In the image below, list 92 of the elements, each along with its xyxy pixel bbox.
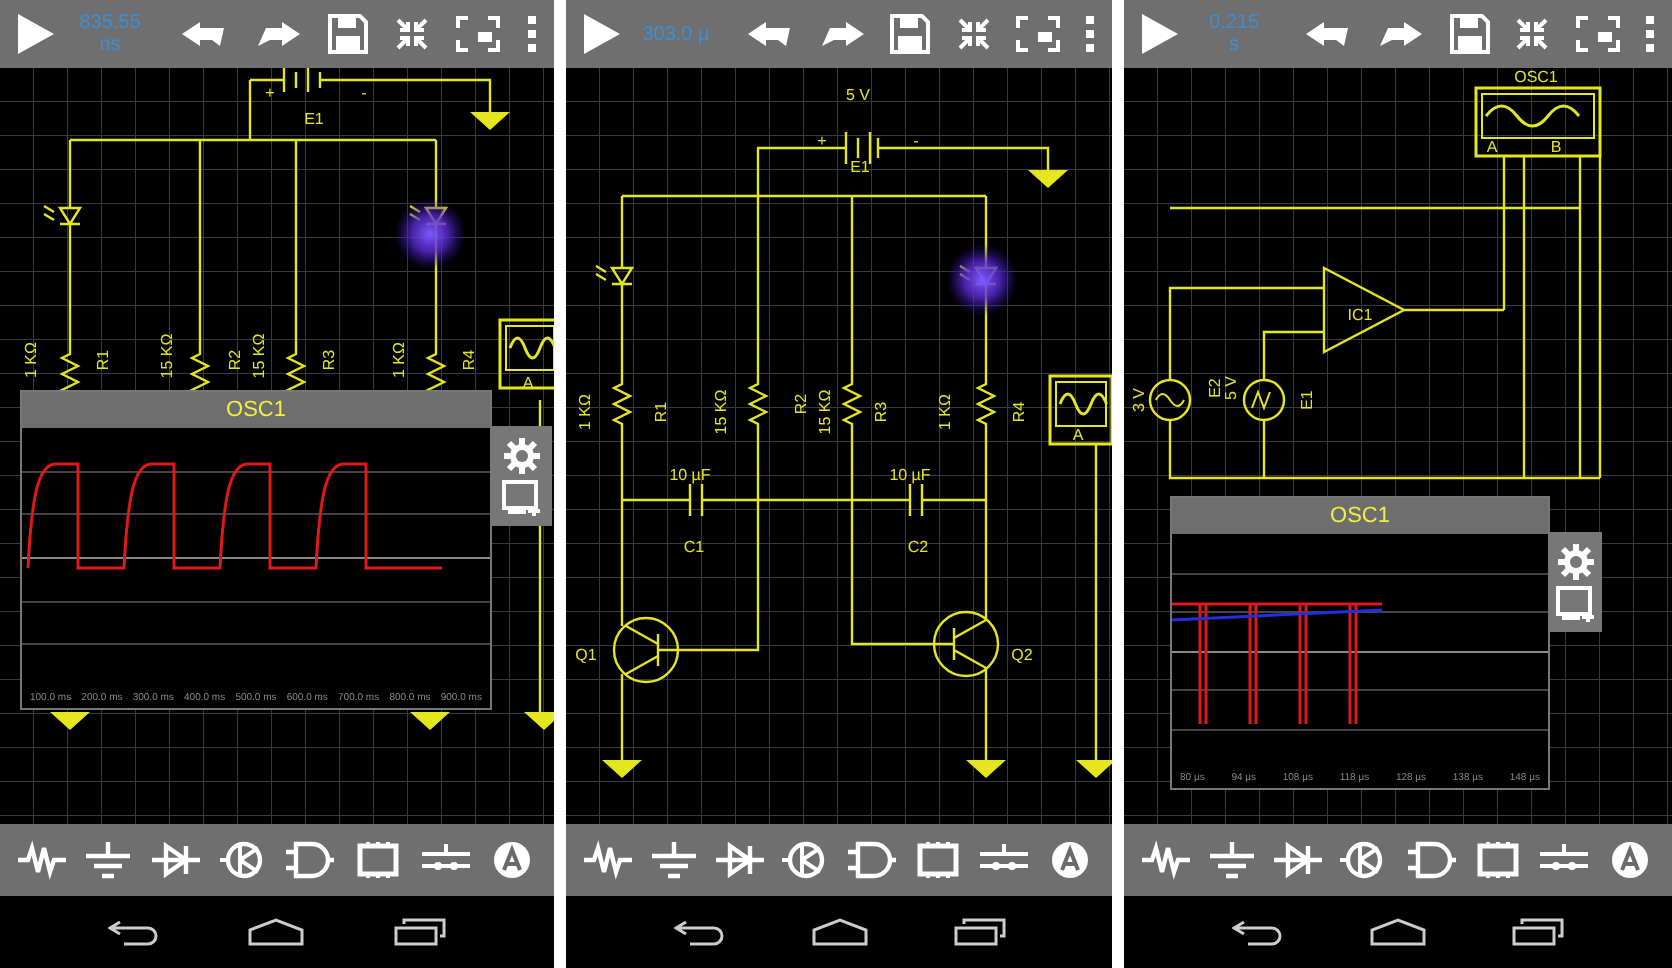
- component-label: C1: [683, 538, 705, 557]
- resistor-icon[interactable]: [15, 840, 68, 880]
- component-label: Q2: [1011, 646, 1033, 665]
- component-label: R3: [872, 401, 891, 423]
- component-label: +: [265, 84, 275, 103]
- component-label: IC1: [1347, 306, 1373, 325]
- led-glow: [394, 198, 466, 270]
- component-label: -: [361, 84, 367, 103]
- component-label: Q1: [575, 646, 597, 665]
- collapse-icon[interactable]: [394, 16, 430, 52]
- recent-apps-icon[interactable]: [953, 918, 1005, 946]
- component-label: 15 KΩ: [250, 333, 269, 379]
- component-label: 15 KΩ: [816, 389, 835, 435]
- settings-icon[interactable]: [1556, 542, 1596, 582]
- component-label: B: [1550, 138, 1562, 157]
- chip-icon[interactable]: [912, 840, 965, 880]
- logic-gate-icon[interactable]: [1405, 840, 1458, 880]
- collapse-icon[interactable]: [955, 16, 992, 52]
- diode-icon[interactable]: [713, 840, 766, 880]
- undo-icon[interactable]: [1304, 20, 1352, 48]
- play-icon[interactable]: [1140, 12, 1180, 56]
- led-glow: [946, 244, 1018, 316]
- component-label: E1: [850, 158, 870, 177]
- oscilloscope-title: OSC1: [22, 392, 490, 428]
- redo-icon[interactable]: [254, 20, 302, 48]
- home-icon[interactable]: [248, 918, 305, 946]
- settings-icon[interactable]: [502, 436, 542, 476]
- undo-icon[interactable]: [180, 20, 228, 48]
- component-label: +: [817, 132, 827, 151]
- component-label: R2: [792, 393, 811, 415]
- back-icon[interactable]: [108, 918, 161, 946]
- component-label: E1: [304, 110, 324, 129]
- save-icon[interactable]: [890, 14, 931, 54]
- resistor-icon[interactable]: [581, 840, 634, 880]
- oscilloscope-title: OSC1: [1172, 498, 1548, 534]
- logic-gate-icon[interactable]: [846, 840, 899, 880]
- component-label: E1: [1298, 390, 1317, 410]
- logic-gate-icon[interactable]: [284, 840, 337, 880]
- component-label: 1 KΩ: [576, 394, 595, 430]
- home-icon[interactable]: [1369, 918, 1426, 946]
- component-label: R4: [1010, 401, 1029, 423]
- component-label: A: [1072, 426, 1084, 445]
- more-icon[interactable]: [1643, 14, 1656, 54]
- play-icon[interactable]: [16, 12, 56, 56]
- back-icon[interactable]: [673, 918, 725, 946]
- component-label: 10 µF: [889, 466, 931, 485]
- component-label: A: [1486, 138, 1498, 157]
- component-label: 1 KΩ: [936, 394, 955, 430]
- component-label: R2: [226, 349, 245, 371]
- component-label: 1 KΩ: [390, 342, 409, 378]
- fullscreen-icon[interactable]: [1015, 16, 1060, 52]
- fullscreen-icon[interactable]: [1575, 16, 1620, 52]
- save-icon[interactable]: [328, 14, 368, 54]
- resistor-icon[interactable]: [1139, 840, 1192, 880]
- component-label: R1: [652, 401, 671, 423]
- save-icon[interactable]: [1449, 14, 1490, 54]
- component-label: OSC1: [1514, 68, 1558, 87]
- simulation-time: 303.0 µ: [640, 23, 712, 45]
- component-label: C2: [907, 538, 929, 557]
- home-icon[interactable]: [811, 918, 867, 946]
- more-icon[interactable]: [1083, 14, 1096, 54]
- play-icon[interactable]: [582, 12, 622, 56]
- ground-icon[interactable]: [82, 840, 135, 880]
- collapse-icon[interactable]: [1514, 16, 1551, 52]
- fullscreen-icon[interactable]: [456, 16, 500, 52]
- diode-icon[interactable]: [1272, 840, 1325, 880]
- component-label: 15 KΩ: [158, 333, 177, 379]
- component-label: R4: [460, 349, 479, 371]
- ground-icon[interactable]: [647, 840, 700, 880]
- add-display-icon[interactable]: [1556, 586, 1596, 622]
- component-label: -: [913, 132, 919, 151]
- component-label: 5 V: [846, 86, 870, 105]
- component-label: 1 KΩ: [22, 342, 41, 378]
- recent-apps-icon[interactable]: [1512, 918, 1565, 946]
- redo-icon[interactable]: [1376, 20, 1425, 48]
- component-label: E2: [1206, 378, 1225, 398]
- recent-apps-icon[interactable]: [393, 918, 446, 946]
- back-icon[interactable]: [1231, 918, 1284, 946]
- add-display-icon[interactable]: [502, 480, 542, 516]
- component-label: R1: [94, 349, 113, 371]
- undo-icon[interactable]: [746, 20, 794, 48]
- component-label: 3 V: [1130, 388, 1149, 412]
- ground-icon[interactable]: [1205, 840, 1258, 880]
- redo-icon[interactable]: [818, 20, 867, 48]
- component-label: 10 µF: [669, 466, 711, 485]
- component-label: R3: [320, 349, 339, 371]
- simulation-time: 0.215 s: [1206, 12, 1262, 56]
- component-label: 5 V: [1222, 376, 1241, 400]
- more-icon[interactable]: [526, 14, 538, 54]
- component-label: 15 KΩ: [712, 389, 731, 435]
- simulation-time: 835.55 ns: [77, 12, 143, 56]
- diode-icon[interactable]: [150, 840, 203, 880]
